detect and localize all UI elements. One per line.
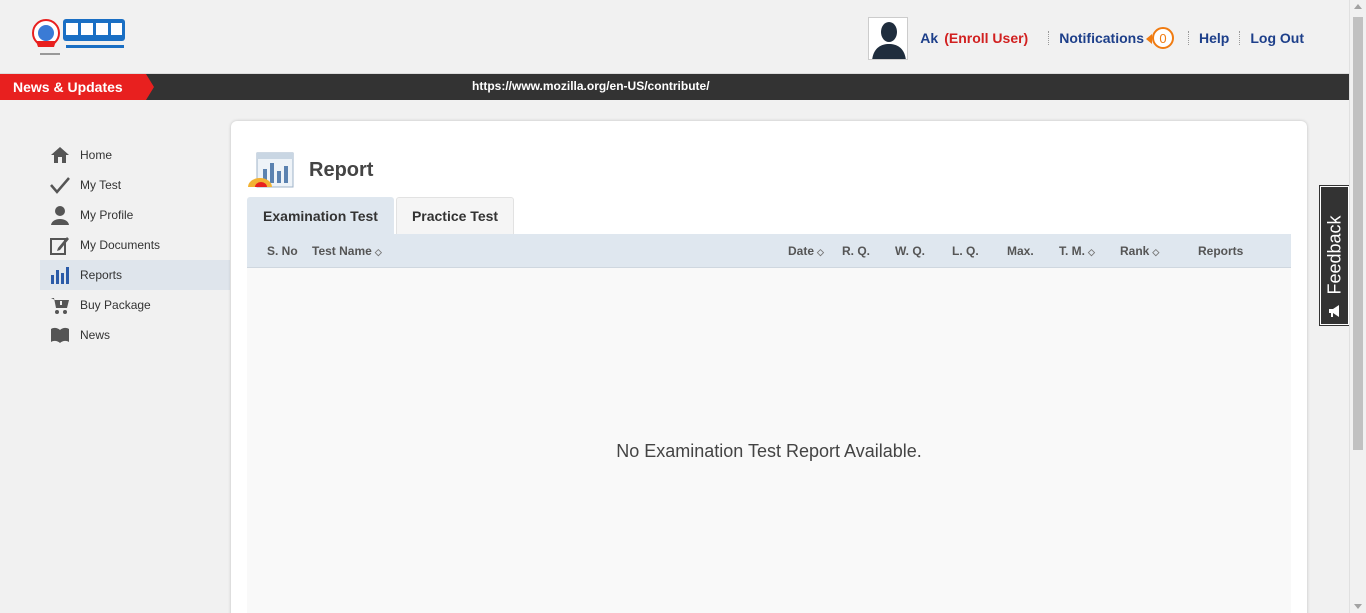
edit-document-icon xyxy=(50,235,70,255)
sidebar-item-label: Reports xyxy=(80,268,123,282)
sidebar-item-label: Buy Package xyxy=(80,298,151,312)
sort-icon[interactable]: ◇ xyxy=(1088,247,1095,257)
report-chart-icon xyxy=(247,151,297,189)
sidebar-item-label: My Profile xyxy=(80,208,134,222)
sidebar-item-label: My Test xyxy=(80,178,122,192)
avatar[interactable] xyxy=(868,16,909,60)
column-header-rank[interactable]: Rank ◇ xyxy=(1120,244,1159,258)
home-icon xyxy=(50,145,70,165)
sidebar-item-label: My Documents xyxy=(80,238,161,252)
logo-icon[interactable] xyxy=(30,15,128,59)
sidebar-item-my-test[interactable]: My Test xyxy=(40,170,230,200)
user-icon xyxy=(50,205,70,225)
feedback-label: Feedback xyxy=(1324,215,1344,295)
sort-icon[interactable]: ◇ xyxy=(817,247,824,257)
tab-examination-test[interactable]: Examination Test xyxy=(247,197,394,234)
user-area: Ak (Enroll User) Notifications 0 Help Lo… xyxy=(868,16,1304,60)
notification-count-badge[interactable]: 0 xyxy=(1146,27,1174,49)
notifications-link[interactable]: Notifications xyxy=(1059,30,1144,46)
column-header-lq: L. Q. xyxy=(952,244,979,258)
sidebar-item-label: Home xyxy=(80,148,113,162)
logout-link[interactable]: Log Out xyxy=(1250,30,1304,46)
book-icon xyxy=(50,325,70,345)
sidebar-item-my-documents[interactable]: My Documents xyxy=(40,230,230,260)
sidebar-item-my-profile[interactable]: My Profile xyxy=(40,200,230,230)
report-panel: Report Examination Test Practice Test S.… xyxy=(231,121,1307,613)
scroll-up-arrow-icon[interactable] xyxy=(1354,4,1362,9)
vertical-scrollbar[interactable] xyxy=(1349,0,1366,613)
help-link[interactable]: Help xyxy=(1199,30,1229,46)
sort-icon[interactable]: ◇ xyxy=(1152,247,1159,257)
column-header-reports: Reports xyxy=(1198,244,1244,258)
table-header: S. No Test Name ◇ Date ◇ R. Q. W. Q. L. Q.… xyxy=(247,234,1291,268)
check-icon xyxy=(50,175,70,195)
column-header-test-name[interactable]: Test Name ◇ xyxy=(312,244,382,258)
column-header-max: Max. xyxy=(1007,244,1034,258)
feedback-button[interactable]: Feedback xyxy=(1319,185,1350,326)
bar-chart-icon xyxy=(50,265,70,285)
page-title: Report xyxy=(309,159,374,181)
table-body: No Examination Test Report Available. xyxy=(247,268,1291,613)
column-header-rq: R. Q. xyxy=(842,244,871,258)
news-updates-label: News & Updates xyxy=(0,74,154,100)
column-header-wq: W. Q. xyxy=(895,244,925,258)
news-ticker-bar: News & Updates https://www.mozilla.org/e… xyxy=(0,74,1349,100)
divider xyxy=(1239,31,1241,45)
megaphone-icon xyxy=(1328,304,1342,318)
sidebar-item-label: News xyxy=(80,328,111,342)
sidebar-item-buy-package[interactable]: Buy Package xyxy=(40,290,230,320)
top-header: Ak (Enroll User) Notifications 0 Help Lo… xyxy=(0,0,1349,74)
sidebar-item-news[interactable]: News xyxy=(40,320,230,350)
tab-practice-test[interactable]: Practice Test xyxy=(396,197,514,234)
column-header-date[interactable]: Date ◇ xyxy=(788,244,824,258)
sort-icon[interactable]: ◇ xyxy=(375,247,382,257)
user-name[interactable]: Ak xyxy=(920,30,938,46)
empty-state-message: No Examination Test Report Available. xyxy=(616,441,922,461)
sidebar-item-reports[interactable]: Reports xyxy=(40,260,230,290)
scroll-down-arrow-icon[interactable] xyxy=(1354,604,1362,609)
divider xyxy=(1048,31,1050,45)
sidebar-nav: Home My Test My Profile My Documents Rep… xyxy=(40,140,230,350)
column-header-tm[interactable]: T. M. ◇ xyxy=(1059,244,1095,258)
user-role: (Enroll User) xyxy=(944,30,1029,46)
news-ticker-text[interactable]: https://www.mozilla.org/en-US/contribute… xyxy=(472,79,710,93)
column-header-sno: S. No xyxy=(267,244,298,258)
sidebar-item-home[interactable]: Home xyxy=(40,140,230,170)
scrollbar-thumb[interactable] xyxy=(1353,17,1363,450)
divider xyxy=(1188,31,1189,45)
cart-icon xyxy=(50,295,70,315)
